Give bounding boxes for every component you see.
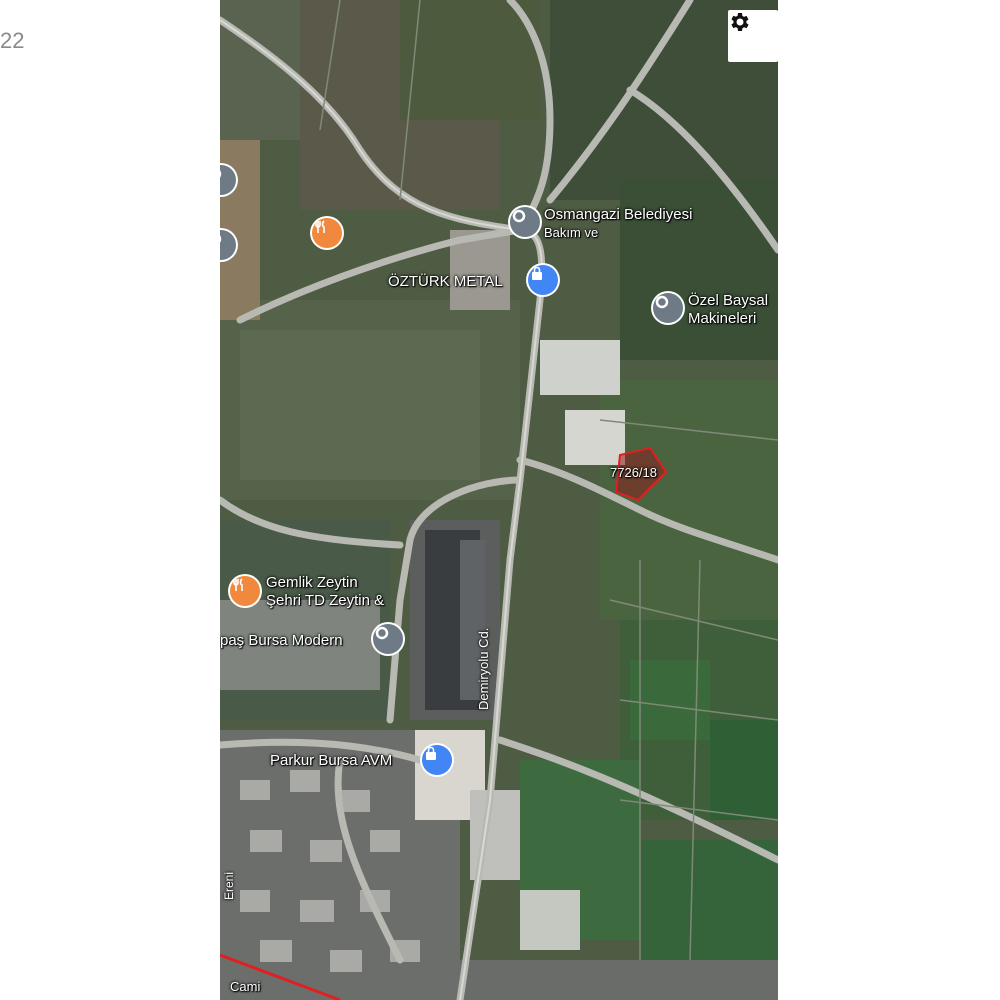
satellite-map[interactable]: Osmangazi Belediyesi Bakım ve ÖZTÜRK MET… [220, 0, 778, 1000]
government-icon[interactable] [653, 293, 683, 323]
shopping-bag-icon[interactable] [528, 265, 558, 295]
map-imagery [220, 0, 778, 1000]
place-label-gemlik[interactable]: Gemlik Zeytin [266, 574, 358, 591]
restaurant-icon[interactable] [312, 218, 342, 248]
corner-text: 22 [0, 28, 25, 53]
road-label-cami: Cami [230, 979, 261, 994]
road-label-ereni: Ereni [222, 871, 236, 900]
restaurant-icon[interactable] [230, 576, 260, 606]
government-icon[interactable] [373, 624, 403, 654]
road-label-demiryolu: Demiryolu Cd. [476, 627, 491, 710]
settings-button[interactable] [728, 10, 778, 62]
place-label-gemlik-line2[interactable]: Şehri TD Zeytin & [266, 592, 384, 609]
place-label-osmangazi-line2[interactable]: Bakım ve [544, 224, 598, 241]
place-label-bursa-modern[interactable]: paş Bursa Modern [220, 632, 343, 649]
place-label-parkur[interactable]: Parkur Bursa AVM [270, 752, 392, 769]
government-icon[interactable] [510, 207, 540, 237]
parcel-label[interactable]: 7726/18 [610, 464, 657, 481]
place-label-osmangazi[interactable]: Osmangazi Belediyesi [544, 206, 692, 223]
shopping-bag-icon[interactable] [422, 745, 452, 775]
place-label-ozturk[interactable]: ÖZTÜRK METAL [388, 273, 503, 290]
gear-icon [731, 13, 749, 31]
place-label-baysal-line2[interactable]: Makineleri [688, 310, 756, 327]
place-label-baysal[interactable]: Özel Baysal [688, 292, 768, 309]
